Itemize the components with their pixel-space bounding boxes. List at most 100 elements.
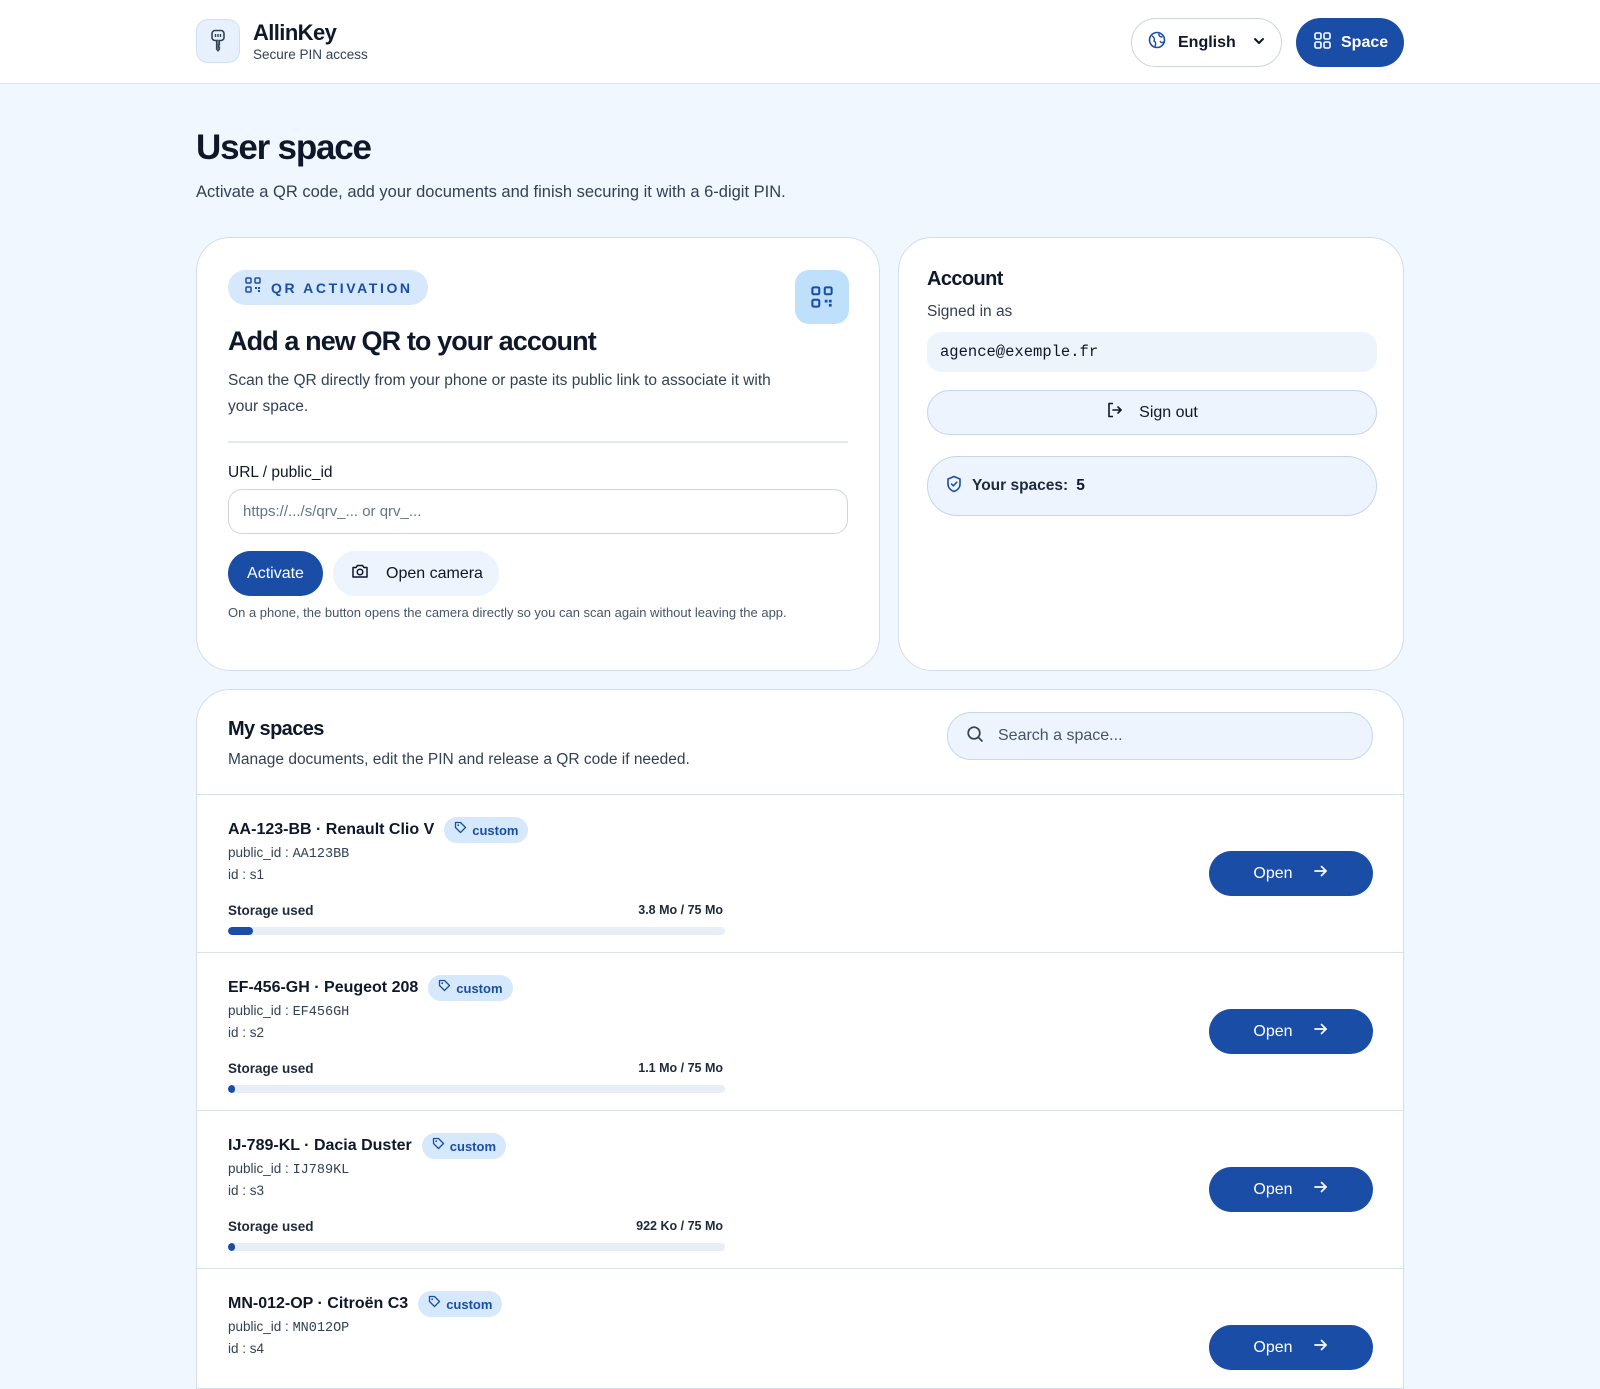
qr-code-icon (795, 270, 849, 324)
page-subtitle: Activate a QR code, add your documents a… (196, 183, 786, 201)
public-id-value: EF456GH (292, 1005, 350, 1020)
open-camera-label: Open camera (386, 564, 483, 582)
storage-value: 1.1 Mo / 75 Mo (638, 1061, 723, 1075)
storage-label: Storage used (228, 1061, 314, 1076)
chevron-down-icon (1252, 34, 1266, 53)
tag-label: custom (449, 1138, 497, 1154)
url-public-id-input[interactable] (228, 489, 848, 534)
id-value: s4 (249, 1341, 265, 1356)
qr-activation-pill-label: QR ACTIVATION (271, 279, 413, 296)
language-label: English (1178, 33, 1236, 51)
tag-icon (428, 1295, 441, 1313)
public-id-line: public_id : EF456GH (228, 1003, 349, 1020)
open-space-button[interactable]: Open (1209, 851, 1373, 896)
storage-bar (228, 927, 725, 935)
open-space-button[interactable]: Open (1209, 1009, 1373, 1054)
space-name-line: IJ-789-KL · Dacia Duster custom (228, 1133, 507, 1159)
public-id-line: public_id : IJ789KL (228, 1161, 349, 1178)
custom-tag: custom (418, 1291, 503, 1317)
id-line: id : s1 (228, 867, 264, 882)
qr-activation-card: QR ACTIVATION Add a new QR to your accou… (196, 237, 880, 671)
storage-value: 922 Ko / 75 Mo (636, 1219, 723, 1233)
storage-bar-fill (228, 927, 254, 935)
open-space-button[interactable]: Open (1209, 1167, 1373, 1212)
id-label: id : (228, 867, 247, 882)
page-title: User space (196, 128, 372, 167)
public-id-line: public_id : AA123BB (228, 845, 349, 862)
qr-code-icon (245, 277, 261, 298)
tag-label: custom (472, 822, 519, 838)
public-id-label: public_id : (228, 845, 289, 860)
open-space-button[interactable]: Open (1209, 1325, 1373, 1370)
account-title: Account (927, 268, 1003, 290)
brand-subtitle: Secure PIN access (253, 46, 368, 62)
my-spaces-subtitle: Manage documents, edit the PIN and relea… (228, 751, 690, 768)
tag-icon (432, 1137, 445, 1155)
public-id-value: MN012OP (292, 1321, 350, 1336)
custom-tag: custom (444, 817, 529, 843)
space-button-label: Space (1341, 33, 1389, 51)
public-id-label: public_id : (228, 1319, 289, 1334)
space-name-line: AA-123-BB · Renault Clio V custom (228, 817, 529, 843)
id-value: s1 (249, 867, 265, 882)
qr-activation-title: Add a new QR to your account (228, 326, 597, 356)
divider (228, 441, 848, 443)
key-icon (196, 19, 240, 63)
storage-label: Storage used (228, 1219, 314, 1234)
tag-label: custom (456, 980, 503, 996)
my-spaces-card: My spaces Manage documents, edit the PIN… (196, 689, 1404, 1389)
public-id-label: public_id : (228, 1161, 289, 1176)
shield-icon (946, 475, 962, 498)
arrow-right-icon (1313, 864, 1329, 883)
space-name: EF-456-GH · Peugeot 208 (228, 979, 419, 996)
open-label: Open (1253, 1338, 1293, 1356)
space-name: IJ-789-KL · Dacia Duster (228, 1137, 412, 1154)
storage-value: 3.8 Mo / 75 Mo (638, 903, 723, 917)
account-card: Account Signed in as agence@exemple.fr S… (898, 237, 1404, 671)
spaces-count-label: Your spaces: (972, 477, 1069, 494)
brand-name: AllinKey (253, 19, 337, 45)
storage-bar (228, 1243, 725, 1251)
arrow-right-icon (1313, 1022, 1329, 1041)
storage-label: Storage used (228, 903, 314, 918)
storage-bar-fill (228, 1243, 235, 1251)
id-line: id : s2 (228, 1025, 264, 1040)
id-label: id : (228, 1341, 247, 1356)
custom-tag: custom (428, 975, 513, 1001)
space-button[interactable]: Space (1296, 18, 1404, 67)
search-space-input[interactable] (998, 727, 1358, 745)
url-field-label: URL / public_id (228, 464, 333, 481)
space-row: EF-456-GH · Peugeot 208 custom public_id… (197, 952, 1403, 1110)
globe-icon (1148, 31, 1166, 54)
public-id-value: IJ789KL (292, 1163, 350, 1178)
language-select[interactable]: English (1131, 18, 1282, 67)
sign-out-button[interactable]: Sign out (927, 390, 1377, 435)
account-email: agence@exemple.fr (927, 332, 1377, 372)
spaces-count-value: 5 (1076, 477, 1085, 494)
my-spaces-title: My spaces (228, 718, 324, 740)
camera-icon (351, 563, 369, 584)
arrow-right-icon (1313, 1338, 1329, 1357)
signed-in-label: Signed in as (927, 303, 1013, 320)
search-box[interactable] (947, 712, 1373, 760)
search-icon (966, 725, 984, 748)
public-id-line: public_id : MN012OP (228, 1319, 349, 1336)
arrow-right-icon (1313, 1180, 1329, 1199)
id-value: s2 (249, 1025, 265, 1040)
spaces-count-badge: Your spaces: 5 (927, 456, 1377, 516)
qr-activation-description: Scan the QR directly from your phone or … (228, 372, 771, 415)
activate-button[interactable]: Activate (228, 551, 323, 596)
space-row: IJ-789-KL · Dacia Duster custom public_i… (197, 1110, 1403, 1268)
id-value: s3 (249, 1183, 265, 1198)
sign-out-label: Sign out (1139, 403, 1198, 421)
public-id-label: public_id : (228, 1003, 289, 1018)
storage-bar (228, 1085, 725, 1093)
open-camera-button[interactable]: Open camera (333, 551, 499, 596)
brand[interactable]: AllinKey Secure PIN access (196, 19, 368, 63)
qr-activation-pill: QR ACTIVATION (228, 270, 428, 305)
top-bar: AllinKey Secure PIN access English Space (0, 0, 1600, 84)
id-label: id : (228, 1183, 247, 1198)
camera-note: On a phone, the button opens the camera … (228, 605, 787, 620)
space-name-line: MN-012-OP · Citroën C3 custom (228, 1291, 503, 1317)
open-label: Open (1253, 1180, 1293, 1198)
